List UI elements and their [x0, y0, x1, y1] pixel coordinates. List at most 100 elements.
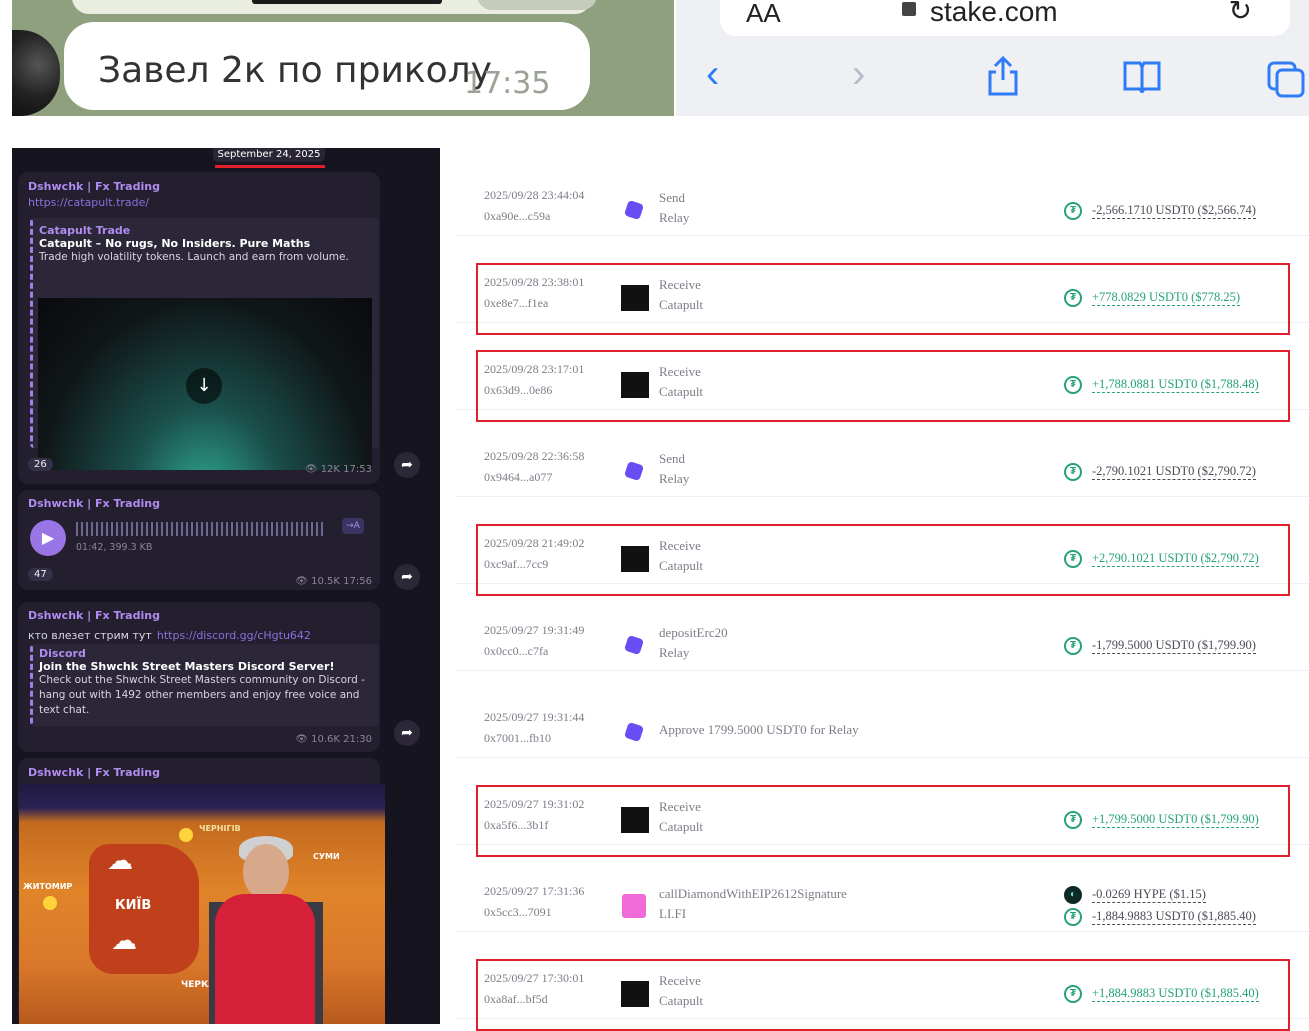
chat-message-time: 17:35 [464, 66, 551, 101]
tx-hash[interactable]: 0x5cc3...7091 [484, 905, 552, 920]
tx-amount[interactable]: -1,799.5000 USDT0 ($1,799.90) [1092, 638, 1256, 654]
sun-icon [179, 828, 193, 842]
transaction-history: 2025/09/28 23:44:04 0xa90e...c59a Send Rela… [456, 148, 1309, 1031]
message-link[interactable]: https://catapult.trade/ [28, 196, 149, 209]
message-catapult: Dshwchk | Fx Trading https://catapult.tr… [18, 172, 380, 484]
chat-top-bar [72, 0, 597, 14]
tx-amount[interactable]: -2,566.1710 USDT0 ($2,566.74) [1092, 203, 1256, 219]
voice-waveform[interactable] [76, 522, 326, 536]
tx-protocol: Relay [659, 645, 690, 660]
rain-cloud-icon: ☁ [107, 846, 133, 876]
usdt-token-icon: ₮ [1064, 463, 1082, 481]
tx-action: depositErc20 [659, 625, 728, 640]
relay-icon [623, 634, 645, 656]
message-time: 17:53 [343, 464, 372, 475]
date-underline [215, 165, 325, 168]
url-text[interactable]: stake.com [930, 0, 1058, 28]
map-label-kyiv: КИЇВ [115, 898, 152, 913]
relay-icon [623, 199, 645, 221]
forward-button[interactable]: ➦ [394, 720, 420, 746]
avatar[interactable] [12, 30, 60, 116]
chat-screenshot: Завел 2к по приколу 17:35 [12, 0, 674, 116]
usdt-token-icon: ₮ [1064, 908, 1082, 926]
reader-aa-button[interactable]: AA [746, 0, 781, 29]
message-text-line: кто влезет стрим тут https://discord.gg/… [28, 624, 311, 643]
tx-amount[interactable]: -0.0269 HYPE ($1.15) [1092, 887, 1206, 903]
map-label-chernihiv: ЧЕРНІГІВ [199, 824, 241, 833]
message-meta: 👁 12K 17:53 [305, 464, 372, 475]
tx-date: 2025/09/28 23:44:04 [484, 188, 585, 202]
tx-hash[interactable]: 0xa90e...c59a [484, 209, 550, 224]
usdt-token-icon: ₮ [1064, 202, 1082, 220]
relay-icon [623, 721, 645, 743]
chat-top-line [252, 0, 442, 4]
map-label-sumy: СУМИ [313, 852, 340, 861]
tx-action: Send [659, 451, 685, 466]
message-author[interactable]: Dshwchk | Fx Trading [28, 766, 160, 779]
message-link[interactable]: https://discord.gg/cHgtu642 [157, 629, 311, 642]
rain-cloud-icon: ☁ [111, 926, 137, 956]
tx-hash[interactable]: 0x9464...a077 [484, 470, 552, 485]
transaction-row[interactable]: 2025/09/28 23:44:04 0xa90e...c59a Send Rela… [456, 148, 1309, 236]
tx-date: 2025/09/28 22:36:58 [484, 449, 585, 463]
download-icon[interactable]: ↓ [186, 368, 222, 404]
usdt-token-icon: ₮ [1064, 637, 1082, 655]
relay-icon [623, 460, 645, 482]
message-meta: 👁 10.6K 21:30 [295, 734, 372, 745]
transaction-row[interactable]: 2025/09/27 19:31:49 0x0cc0...c7fa depositE… [456, 583, 1309, 671]
transaction-row[interactable]: 2025/09/27 19:31:44 0x7001...fb10 Approve … [456, 670, 1309, 758]
play-icon[interactable]: ▶ [30, 520, 66, 556]
eye-icon: 👁 [295, 734, 308, 745]
chat-message-text: Завел 2к по приколу [98, 50, 492, 91]
message-meta: 👁 10.5K 17:56 [295, 576, 372, 587]
lifi-icon [622, 894, 646, 918]
forward-button[interactable]: ➦ [394, 452, 420, 478]
tx-amount[interactable]: -2,790.1021 USDT0 ($2,790.72) [1092, 464, 1256, 480]
transaction-row[interactable]: 2025/09/27 17:31:36 0x5cc3...7091 callDiam… [456, 844, 1309, 932]
url-bar[interactable]: AA stake.com ↻ [720, 0, 1290, 36]
tx-action: callDiamondWithEIP2612Signature [659, 886, 847, 901]
preview-title: Discord [39, 647, 86, 660]
share-icon[interactable] [986, 55, 1020, 106]
eye-icon: 👁 [295, 576, 308, 587]
lock-icon [902, 2, 916, 16]
tx-action: Approve 1799.5000 USDT0 for Relay [659, 722, 859, 737]
message-author[interactable]: Dshwchk | Fx Trading [28, 180, 160, 193]
link-preview[interactable]: Discord Join the Shwchk Street Masters D… [30, 644, 379, 726]
presenter-shirt [215, 894, 315, 1024]
reload-icon[interactable]: ↻ [1229, 0, 1252, 27]
sun-icon [43, 896, 57, 910]
presenter-head [243, 844, 289, 900]
forward-button[interactable]: ➦ [394, 564, 420, 590]
forward-icon[interactable]: › [852, 52, 865, 97]
preview-title: Catapult Trade [39, 224, 131, 237]
message-text: кто влезет стрим тут [28, 629, 152, 642]
message-author[interactable]: Dshwchk | Fx Trading [28, 609, 160, 622]
tx-hash[interactable]: 0x0cc0...c7fa [484, 644, 548, 659]
reaction-count[interactable]: 47 [28, 568, 53, 581]
tx-hash[interactable]: 0x7001...fb10 [484, 731, 551, 746]
tx-date: 2025/09/27 19:31:49 [484, 623, 585, 637]
tabs-icon[interactable] [1266, 60, 1306, 108]
tx-protocol: Relay [659, 471, 690, 486]
hype-token-icon: ◐ [1064, 886, 1082, 904]
bookmarks-icon[interactable] [1122, 58, 1162, 103]
transcribe-button[interactable]: →A [342, 518, 364, 534]
reaction-count[interactable]: 26 [28, 458, 53, 471]
preview-headline: Join the Shwchk Street Masters Discord S… [39, 660, 335, 673]
voice-meta: 01:42, 399.3 KB [76, 542, 153, 553]
tx-amount[interactable]: -1,884.9883 USDT0 ($1,885.40) [1092, 909, 1256, 925]
preview-body: Trade high volatility tokens. Launch and… [39, 251, 349, 263]
date-header: September 24, 2025 [213, 148, 325, 162]
back-icon[interactable]: ‹ [706, 52, 719, 97]
browser-toolbar: AA stake.com ↻ ‹ › [676, 0, 1309, 116]
view-count: 12K [320, 464, 340, 475]
message-author[interactable]: Dshwchk | Fx Trading [28, 497, 160, 510]
transaction-row[interactable]: 2025/09/28 22:36:58 0x9464...a077 Send Rela… [456, 409, 1309, 497]
map-label-zhytomyr: ЖИТОМИР [23, 882, 73, 891]
message-time: 17:56 [343, 576, 372, 587]
tx-action: Send [659, 190, 685, 205]
message-discord: Dshwchk | Fx Trading кто влезет стрим ту… [18, 602, 380, 752]
weather-map-image[interactable]: КИЇВ ЧЕРКАСИ ЖИТОМИР ЧЕРНІГІВ СУМИ ☁ ☁ [19, 784, 385, 1024]
view-count: 10.6K [311, 734, 340, 745]
